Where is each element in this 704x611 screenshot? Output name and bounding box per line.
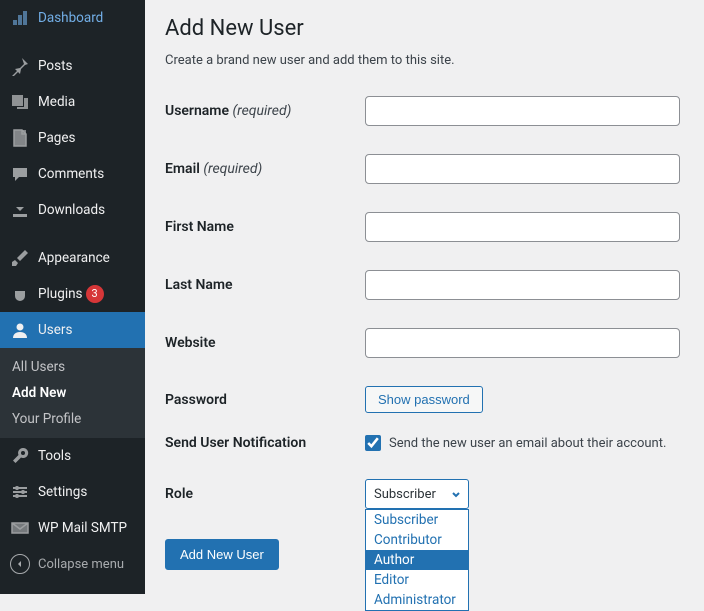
role-option-contributor[interactable]: Contributor bbox=[366, 530, 468, 550]
sidebar-item-media[interactable]: Media bbox=[0, 84, 145, 120]
wrench-icon bbox=[10, 446, 30, 466]
sidebar-item-comments[interactable]: Comments bbox=[0, 156, 145, 192]
sidebar-item-label: Comments bbox=[38, 166, 104, 182]
firstname-label: First Name bbox=[165, 219, 365, 235]
collapse-menu-button[interactable]: Collapse menu bbox=[0, 546, 145, 582]
sidebar-item-label: Pages bbox=[38, 130, 76, 146]
sidebar-item-label: Tools bbox=[38, 448, 71, 464]
notification-label: Send User Notification bbox=[165, 435, 365, 451]
collapse-icon bbox=[10, 554, 30, 574]
sidebar-item-tools[interactable]: Tools bbox=[0, 438, 145, 474]
role-option-subscriber[interactable]: Subscriber bbox=[366, 510, 468, 530]
sidebar-item-label: Plugins bbox=[38, 286, 83, 302]
dashboard-icon bbox=[10, 8, 30, 28]
update-badge: 3 bbox=[86, 285, 104, 303]
sidebar-item-label: Appearance bbox=[38, 250, 110, 266]
collapse-label: Collapse menu bbox=[38, 557, 124, 572]
pages-icon bbox=[10, 128, 30, 148]
sidebar-item-users[interactable]: Users bbox=[0, 312, 145, 348]
password-label: Password bbox=[165, 392, 365, 408]
add-new-user-button[interactable]: Add New User bbox=[165, 539, 279, 570]
sidebar-item-label: WP Mail SMTP bbox=[38, 520, 127, 536]
role-selected-value: Subscriber bbox=[374, 487, 436, 502]
main-content: Add New User Create a brand new user and… bbox=[145, 0, 704, 594]
role-label: Role bbox=[165, 486, 365, 502]
role-select[interactable]: Subscriber bbox=[365, 479, 469, 509]
users-submenu: All Users Add New Your Profile bbox=[0, 348, 145, 438]
role-dropdown: Subscriber Contributor Author Editor Adm… bbox=[365, 509, 469, 611]
role-option-editor[interactable]: Editor bbox=[366, 570, 468, 590]
comment-icon bbox=[10, 164, 30, 184]
firstname-field[interactable] bbox=[365, 212, 680, 242]
sidebar-item-label: Downloads bbox=[38, 202, 105, 218]
sidebar-item-downloads[interactable]: Downloads bbox=[0, 192, 145, 228]
sidebar-item-plugins[interactable]: Plugins 3 bbox=[0, 276, 145, 312]
download-icon bbox=[10, 200, 30, 220]
brush-icon bbox=[10, 248, 30, 268]
user-icon bbox=[10, 320, 30, 340]
sidebar-item-label: Users bbox=[38, 322, 72, 338]
sidebar-item-appearance[interactable]: Appearance bbox=[0, 240, 145, 276]
sidebar-item-posts[interactable]: Posts bbox=[0, 48, 145, 84]
plug-icon bbox=[10, 284, 30, 304]
submenu-your-profile[interactable]: Your Profile bbox=[0, 406, 145, 432]
mail-icon bbox=[10, 518, 30, 538]
website-label: Website bbox=[165, 335, 365, 351]
admin-sidebar: Dashboard Posts Media Pages Comments Dow… bbox=[0, 0, 145, 594]
pin-icon bbox=[10, 56, 30, 76]
settings-icon bbox=[10, 482, 30, 502]
website-field[interactable] bbox=[365, 328, 680, 358]
username-field[interactable] bbox=[365, 96, 680, 126]
role-option-author[interactable]: Author bbox=[366, 550, 468, 570]
sidebar-item-settings[interactable]: Settings bbox=[0, 474, 145, 510]
sidebar-item-wp-mail-smtp[interactable]: WP Mail SMTP bbox=[0, 510, 145, 546]
lastname-label: Last Name bbox=[165, 277, 365, 293]
notification-checkbox[interactable] bbox=[365, 435, 381, 451]
sidebar-item-label: Posts bbox=[38, 58, 72, 74]
role-option-administrator[interactable]: Administrator bbox=[366, 590, 468, 610]
media-icon bbox=[10, 92, 30, 112]
sidebar-item-dashboard[interactable]: Dashboard bbox=[0, 0, 145, 36]
sidebar-item-label: Media bbox=[38, 94, 75, 110]
submenu-all-users[interactable]: All Users bbox=[0, 354, 145, 380]
chevron-down-icon bbox=[450, 488, 462, 500]
submenu-add-new[interactable]: Add New bbox=[0, 380, 145, 406]
username-label: Username (required) bbox=[165, 103, 365, 119]
email-field[interactable] bbox=[365, 154, 680, 184]
notification-text: Send the new user an email about their a… bbox=[389, 436, 666, 451]
email-label: Email (required) bbox=[165, 161, 365, 177]
sidebar-item-label: Dashboard bbox=[38, 10, 103, 26]
sidebar-item-pages[interactable]: Pages bbox=[0, 120, 145, 156]
lastname-field[interactable] bbox=[365, 270, 680, 300]
sidebar-item-label: Settings bbox=[38, 484, 87, 500]
page-title: Add New User bbox=[165, 16, 684, 41]
show-password-button[interactable]: Show password bbox=[365, 386, 483, 413]
page-description: Create a brand new user and add them to … bbox=[165, 53, 684, 68]
